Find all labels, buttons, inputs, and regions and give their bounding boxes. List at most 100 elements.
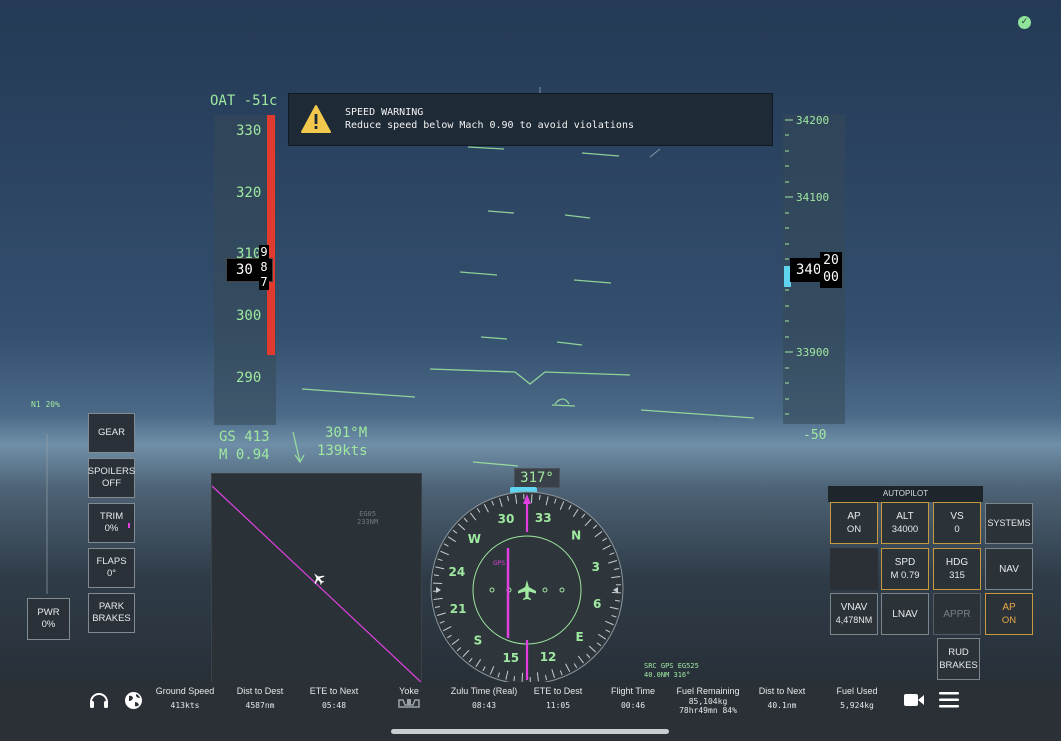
power-button[interactable]: PWR 0% [27, 598, 70, 640]
yoke-label: Yoke [399, 686, 419, 696]
appr-button[interactable]: APPR [933, 593, 981, 635]
flaps-button[interactable]: FLAPS 0° [88, 548, 135, 588]
ap-engage-value: ON [1001, 615, 1017, 626]
vs-button[interactable]: VS 0 [933, 502, 981, 544]
altitude-tick-label: 33900 [796, 346, 830, 359]
compass-rose: 30 33 N 3 6 E 12 15 S 21 24 W [430, 491, 624, 685]
power-value: 0% [41, 619, 56, 630]
stat-label: Fuel Remaining [676, 686, 740, 696]
spd-value: M 0.79 [890, 570, 920, 581]
stat-label: Fuel Used [836, 686, 878, 696]
warning-title: SPEED WARNING [345, 107, 424, 118]
ap-engage-label: AP [1002, 602, 1016, 613]
fuel-remaining-time: 78hr49mn 84% [679, 706, 737, 715]
stat-label: Dist to Dest [236, 686, 284, 696]
compass-tick [513, 676, 516, 682]
rud-brakes-label: RUD [948, 647, 969, 658]
speed-roll-digit: 9 [260, 245, 268, 259]
rud-brakes-button[interactable]: RUD BRAKES [937, 638, 980, 680]
trim-indicator [128, 523, 130, 528]
overspeed-band [267, 115, 275, 355]
systems-label: SYSTEMS [987, 518, 1031, 528]
compass-label: E [576, 630, 584, 644]
compass-label: 12 [540, 650, 557, 664]
warning-icon [301, 105, 331, 133]
current-altitude-roll: 20 00 [820, 252, 842, 288]
compass-label: 6 [593, 597, 601, 611]
lnav-label: LNAV [892, 608, 918, 620]
stat-label: Dist to Next [758, 686, 806, 696]
power-slider-track[interactable] [46, 434, 48, 594]
vnav-value: 4,478NM [835, 615, 873, 625]
alt-label: ALT [896, 511, 914, 522]
stat-value: 85,104kg 78hr49mn 84% [679, 697, 737, 715]
compass-label: 3 [592, 560, 600, 574]
stat-label: Ground Speed [155, 686, 215, 696]
speed-tick-label: 330 [236, 123, 262, 139]
fuel-remaining-kg: 85,104kg [688, 697, 728, 706]
compass-label: 24 [448, 565, 465, 579]
altitude-tick-label: 34100 [796, 191, 830, 204]
park-brakes-label: PARK [98, 601, 125, 612]
nav-source-info: SRC GPS EG525 40.0NM 316° [644, 662, 699, 680]
camera-icon[interactable] [903, 692, 925, 708]
mach-readout: M 0.94 [219, 447, 270, 463]
lnav-button[interactable]: LNAV [881, 593, 929, 635]
compass-label: W [468, 532, 481, 546]
speed-roll-digit: 8 [260, 260, 268, 274]
trim-label: TRIM [99, 511, 124, 522]
gear-button-label: GEAR [98, 427, 125, 438]
speed-tick-label: 300 [236, 308, 262, 324]
heading-readout: 317° [514, 468, 560, 488]
headset-icon[interactable] [88, 690, 110, 710]
vnav-label: VNAV [840, 602, 868, 613]
nav-button[interactable]: NAV [985, 548, 1033, 590]
vnav-button[interactable]: VNAV 4,478NM [830, 593, 878, 635]
speed-warning-banner: SPEED WARNING Reduce speed below Mach 0.… [288, 93, 773, 146]
ap-toggle-button[interactable]: AP ON [830, 502, 878, 544]
yoke-icon[interactable] [397, 697, 421, 709]
home-indicator[interactable] [391, 729, 669, 734]
compass-tick [433, 574, 439, 577]
stat-value: 05:48 [321, 701, 347, 710]
compass-label: 30 [498, 512, 515, 526]
park-brakes-label: BRAKES [92, 613, 131, 624]
speed-roll-digits: 9 8 7 [259, 245, 269, 290]
hdg-value: 315 [949, 570, 965, 581]
alt-hold-button[interactable]: ALT 34000 [881, 502, 929, 544]
speed-tick-label: 290 [236, 370, 262, 386]
current-altitude-main: 340 [790, 258, 822, 282]
gear-button[interactable]: GEAR [88, 413, 135, 453]
spoilers-button[interactable]: SPOILERS OFF [88, 458, 135, 498]
route-line [212, 485, 421, 682]
compass-tick [615, 599, 621, 602]
stat-value: 00:46 [620, 701, 646, 710]
warning-message: Reduce speed below Mach 0.90 to avoid vi… [345, 120, 634, 131]
spd-button[interactable]: SPD M 0.79 [881, 548, 929, 590]
hdg-label: HDG [945, 557, 969, 568]
power-label: PWR [37, 607, 60, 618]
wind-speed: 139kts [317, 443, 368, 459]
ap-engage-button[interactable]: AP ON [985, 593, 1033, 635]
stat-value: 5,924kg [840, 701, 874, 710]
gps-source-label: GPS [493, 560, 506, 567]
trim-button[interactable]: TRIM 0% [88, 503, 135, 543]
stat-label: ETE to Next [309, 686, 359, 696]
alt-value: 34000 [891, 524, 919, 535]
compass-label: 15 [502, 651, 519, 665]
navigation-map[interactable]: EG05 233NM [211, 473, 422, 683]
stat-value: 11:05 [545, 701, 571, 710]
flaps-label: FLAPS [96, 556, 127, 567]
spd-label: SPD [894, 557, 916, 568]
park-brakes-button[interactable]: PARK BRAKES [88, 593, 135, 633]
altitude-tick-label: 34200 [796, 114, 830, 127]
systems-button[interactable]: SYSTEMS [985, 503, 1033, 544]
menu-icon[interactable] [938, 691, 960, 709]
ap-value: ON [846, 524, 862, 535]
globe-icon[interactable] [124, 691, 143, 710]
compass-label: S [474, 634, 483, 648]
vs-value: 0 [954, 524, 960, 535]
appr-label: APPR [943, 608, 971, 620]
hdg-button[interactable]: HDG 315 [933, 548, 981, 590]
stat-label: Flight Time [610, 686, 656, 696]
